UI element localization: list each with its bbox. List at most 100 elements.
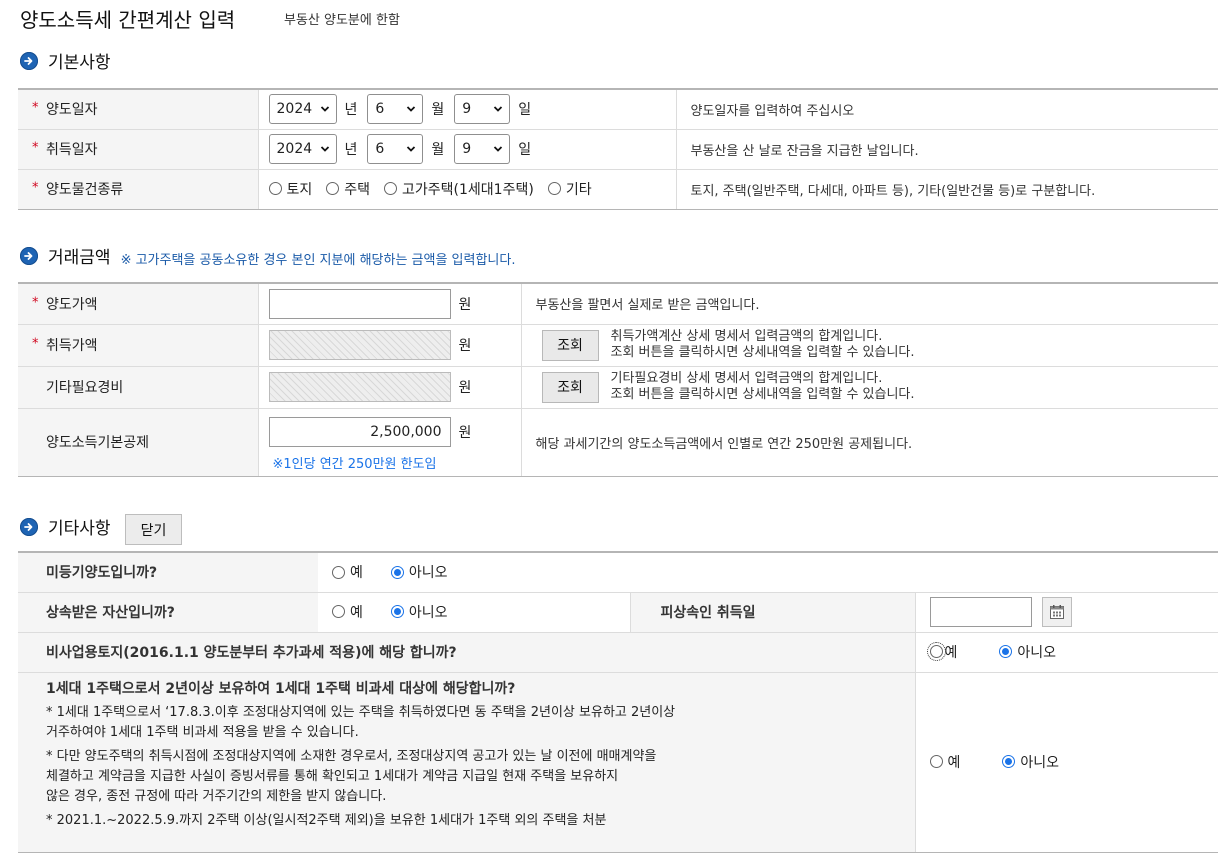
acquisition-date-desc: 부동산을 산 날로 잔금을 지급한 날입니다. — [675, 129, 1218, 170]
note-line: * 1세대 1주택으로서 ‘17.8.3.이후 조정대상지역에 있는 주택을 취… — [46, 704, 676, 720]
year-unit: 년 — [344, 142, 358, 158]
transfer-date-value-cell: 2024 년 6 월 9 일 — [257, 88, 676, 130]
property-type-land[interactable]: 토지 — [268, 179, 312, 199]
acquisition-day-value: 9 — [462, 141, 472, 157]
transfer-day-select[interactable]: 9 — [454, 94, 511, 125]
yes-label: 예 — [944, 644, 958, 661]
inherited-no[interactable]: 아니오 — [390, 602, 448, 622]
acquisition-month-select[interactable]: 6 — [367, 134, 424, 164]
radio-other[interactable] — [547, 182, 561, 196]
section-amount-note: ※ 고가주택을 공동소유한 경우 본인 지분에 해당하는 금액을 입력합니다. — [120, 253, 516, 268]
acquisition-year-select[interactable]: 2024 — [268, 134, 337, 164]
decedent-date-input[interactable] — [929, 597, 1032, 627]
radio-no[interactable] — [390, 565, 404, 579]
other-expenses-desc-cell: 조회 기타필요경비 상세 명세서 입력금액의 합계입니다. 조회 버튼을 클릭하… — [520, 366, 1218, 409]
unregistered-no[interactable]: 아니오 — [390, 562, 448, 582]
note-line: 체결하고 계약금을 지급한 사실이 증빙서류를 통해 확인되고 1세대가 계약금… — [46, 768, 619, 784]
one-house-question: 1세대 1주택으로서 2년이상 보유하여 1세대 1주택 비과세 대상에 해당합… — [46, 680, 516, 697]
radio-no[interactable] — [390, 605, 404, 619]
month-unit: 월 — [431, 142, 445, 158]
note-line: * 다만 양도주택의 취득시점에 조정대상지역에 소재한 경우로서, 조정대상지… — [46, 748, 657, 764]
transfer-date-label-cell: * 양도일자 — [18, 88, 258, 130]
transfer-year-value: 2024 — [276, 101, 313, 118]
note-line: 않은 경우, 종전 규정에 따라 거주기간의 제한을 받지 않습니다. — [46, 788, 387, 804]
page-title: 양도소득세 간편계산 입력 — [20, 8, 236, 32]
radio-no[interactable] — [999, 645, 1013, 659]
inherited-options: 예 아니오 — [318, 592, 630, 633]
acquisition-date-value-cell: 2024 년 6 월 9 일 — [257, 129, 676, 170]
nonbusiness-options: 예 아니오 — [914, 632, 1218, 673]
one-house-options: 예 아니오 — [914, 672, 1218, 853]
basic-deduction-input[interactable]: 2,500,000 — [268, 416, 451, 447]
acquisition-price-desc-line2: 조회 버튼을 클릭하시면 상세내역을 입력할 수 있습니다. — [610, 345, 915, 360]
radio-yes[interactable] — [926, 642, 946, 662]
row-property-type: * 양도물건종류 토지 주택 고가주택(1세대1주택) 기타 토지, 주택(일반주택,… — [18, 169, 1218, 210]
required-mark: * — [32, 336, 39, 352]
transfer-year-select[interactable]: 2024 — [268, 94, 337, 125]
month-unit: 월 — [431, 102, 445, 119]
acquisition-price-label-cell: * 취득가액 — [18, 324, 258, 367]
unregistered-yes[interactable]: 예 — [332, 562, 363, 582]
yes-label: 예 — [947, 754, 961, 771]
property-type-options: 토지 주택 고가주택(1세대1주택) 기타 — [257, 169, 676, 210]
acquisition-year-value: 2024 — [276, 141, 313, 157]
day-unit: 일 — [518, 102, 532, 119]
basic-table: * 양도일자 2024 년 6 월 9 일 양도일자를 입력하여 주십시오 * … — [18, 88, 1218, 210]
unit-won: 원 — [458, 338, 472, 354]
other-expenses-input — [268, 372, 451, 402]
acquisition-price-desc-cell: 조회 취득가액계산 상세 명세서 입력금액의 합계입니다. 조회 버튼을 클릭하… — [520, 324, 1218, 367]
note-line: * 2021.1.~2022.5.9.까지 2주택 이상(일시적2주택 제외)을… — [46, 812, 607, 828]
nonbusiness-no[interactable]: 아니오 — [999, 642, 1056, 662]
transfer-month-select[interactable]: 6 — [367, 94, 424, 125]
calendar-icon[interactable] — [1041, 597, 1072, 627]
radio-yes[interactable] — [929, 755, 943, 769]
radio-yes[interactable] — [332, 605, 345, 619]
acquisition-day-select[interactable]: 9 — [454, 134, 511, 164]
unit-won: 원 — [458, 296, 472, 313]
radio-luxury-house[interactable] — [384, 182, 398, 196]
inherited-question: 상속받은 자산입니까? — [18, 592, 318, 633]
one-house-yes[interactable]: 예 — [929, 752, 961, 772]
radio-house[interactable] — [326, 182, 340, 196]
option-label: 기타 — [565, 181, 592, 198]
row-basic-deduction: 양도소득기본공제 2,500,000 원 ※1인당 연간 250만원 한도임 해당… — [18, 408, 1218, 477]
section-other-header: 기타사항 — [20, 514, 111, 539]
row-transfer-date: * 양도일자 2024 년 6 월 9 일 양도일자를 입력하여 주십시오 — [18, 88, 1218, 130]
chevron-down-icon — [494, 106, 503, 113]
required-mark: * — [32, 140, 39, 156]
other-expenses-lookup-button[interactable]: 조회 — [541, 371, 599, 403]
no-label: 아니오 — [1020, 754, 1060, 771]
acquisition-price-label: 취득가액 — [46, 338, 98, 354]
acquisition-price-input — [268, 330, 451, 360]
one-house-note-3: * 2021.1.~2022.5.9.까지 2주택 이상(일시적2주택 제외)을… — [46, 811, 915, 831]
transfer-price-label-cell: * 양도가액 — [18, 282, 258, 325]
row-acquisition-date: * 취득일자 2024 년 6 월 9 일 부동산을 산 날로 잔금을 지급한 … — [18, 129, 1218, 170]
transfer-price-input[interactable] — [268, 288, 451, 319]
property-type-luxury-house[interactable]: 고가주택(1세대1주택) — [384, 179, 534, 199]
option-label: 주택 — [344, 181, 371, 198]
no-label: 아니오 — [1017, 644, 1057, 661]
radio-land[interactable] — [268, 182, 282, 196]
inherited-yes[interactable]: 예 — [332, 602, 363, 622]
transfer-price-label: 양도가액 — [46, 296, 98, 313]
transfer-price-desc: 부동산을 팔면서 실제로 받은 금액입니다. — [520, 282, 1218, 325]
other-expenses-desc-line2: 조회 버튼을 클릭하시면 상세내역을 입력할 수 있습니다. — [610, 387, 915, 402]
radio-yes[interactable] — [332, 565, 345, 579]
property-type-house[interactable]: 주택 — [326, 179, 370, 199]
transfer-date-label: 양도일자 — [46, 102, 98, 119]
no-label: 아니오 — [408, 565, 448, 581]
unregistered-question: 미등기양도입니까? — [18, 551, 318, 593]
unit-won: 원 — [458, 424, 472, 441]
close-button[interactable]: 닫기 — [125, 514, 182, 545]
one-house-no[interactable]: 아니오 — [1002, 752, 1059, 772]
property-type-desc: 토지, 주택(일반주택, 다세대, 아파트 등), 기타(일반건물 등)로 구분… — [675, 169, 1218, 210]
basic-deduction-label: 양도소득기본공제 — [46, 435, 150, 451]
nonbusiness-yes[interactable]: 예 — [926, 642, 958, 662]
radio-no[interactable] — [1002, 755, 1016, 769]
transfer-date-desc: 양도일자를 입력하여 주십시오 — [675, 88, 1218, 130]
other-expenses-label: 기타필요경비 — [46, 380, 124, 396]
acquisition-price-lookup-button[interactable]: 조회 — [541, 329, 599, 361]
row-acquisition-price: * 취득가액 원 조회 취득가액계산 상세 명세서 입력금액의 합계입니다. 조… — [18, 324, 1218, 367]
property-type-other[interactable]: 기타 — [547, 179, 592, 199]
decedent-date-cell — [914, 592, 1218, 633]
